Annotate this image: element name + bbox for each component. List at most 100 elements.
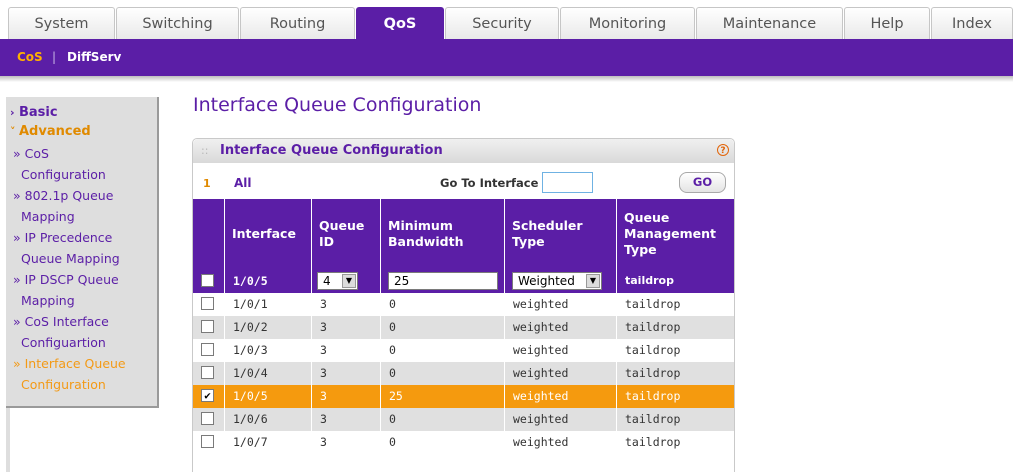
- header-min-bandwidth: Minimum Bandwidth: [380, 199, 504, 269]
- sidebar-item-8021p-mapping-cont[interactable]: Mapping: [21, 206, 165, 227]
- cell-interface: 1/0/2: [224, 316, 311, 339]
- header-scheduler-type: Scheduler Type: [504, 199, 616, 269]
- cell-scheduler: weighted: [504, 362, 616, 385]
- sidebar-tail: [6, 408, 10, 472]
- sidebar-item-cos-config-cont[interactable]: Configuration: [21, 164, 165, 185]
- dropdown-arrow-icon: ▼: [342, 274, 356, 288]
- cell-queue-id: 3: [311, 293, 380, 316]
- sidebar-item-ip-dscp[interactable]: » IP DSCP Queue: [13, 269, 157, 290]
- chevron-down-icon: ˅: [10, 125, 16, 138]
- table-row[interactable]: 1/0/2 3 0 weighted taildrop: [193, 316, 734, 339]
- sidebar-item-cos-interface-cont[interactable]: Configuartion: [21, 332, 165, 353]
- panel-title: Interface Queue Configuration: [220, 143, 443, 158]
- tab-maintenance[interactable]: Maintenance: [696, 7, 843, 39]
- cell-scheduler: weighted: [504, 293, 616, 316]
- scheduler-value: Weighted: [518, 274, 575, 288]
- table-row[interactable]: 1/0/1 3 0 weighted taildrop: [193, 293, 734, 316]
- goto-interface-input[interactable]: [542, 172, 593, 193]
- scheduler-select[interactable]: Weighted ▼: [512, 272, 602, 290]
- left-sidebar: › Basic ˅ Advanced » CoS Configuration » 8…: [6, 97, 159, 408]
- subnav-diffserv[interactable]: DiffServ: [67, 50, 121, 64]
- row-checkbox[interactable]: [201, 297, 214, 310]
- unit-index[interactable]: 1: [203, 177, 211, 190]
- cell-mgmt: taildrop: [616, 293, 734, 316]
- cell-interface: 1/0/4: [224, 362, 311, 385]
- tab-index[interactable]: Index: [931, 7, 1013, 39]
- tab-help[interactable]: Help: [844, 7, 930, 39]
- dropdown-arrow-icon: ▼: [586, 274, 600, 288]
- header-interface: Interface: [224, 199, 311, 269]
- cell-scheduler: weighted: [504, 316, 616, 339]
- help-icon[interactable]: ?: [717, 144, 729, 156]
- tab-routing[interactable]: Routing: [240, 7, 355, 39]
- cell-min-bandwidth: 0: [380, 362, 504, 385]
- row-checkbox[interactable]: [201, 366, 214, 379]
- edit-queue-id-cell: 4 ▼: [311, 269, 380, 293]
- cell-scheduler: weighted: [504, 385, 616, 408]
- cell-mgmt: taildrop: [616, 339, 734, 362]
- sidebar-item-ip-dscp-cont[interactable]: Mapping: [21, 290, 165, 311]
- row-checkbox[interactable]: [201, 343, 214, 356]
- cell-min-bandwidth: 25: [380, 385, 504, 408]
- cell-interface: 1/0/5: [224, 385, 311, 408]
- table-row[interactable]: 1/0/3 3 0 weighted taildrop: [193, 339, 734, 362]
- cell-interface: 1/0/7: [224, 431, 311, 454]
- row-checkbox[interactable]: [201, 435, 214, 448]
- row-checkbox[interactable]: [201, 320, 214, 333]
- cell-interface: 1/0/3: [224, 339, 311, 362]
- cell-mgmt: taildrop: [616, 385, 734, 408]
- go-button[interactable]: GO: [679, 172, 726, 193]
- table-row[interactable]: 1/0/7 3 0 weighted taildrop: [193, 431, 734, 454]
- main-tab-bar: System Switching Routing QoS Security Mo…: [0, 0, 1013, 39]
- row-checkbox[interactable]: [201, 412, 214, 425]
- sidebar-advanced[interactable]: ˅ Advanced: [10, 124, 91, 139]
- sidebar-item-ip-precedence[interactable]: » IP Precedence: [13, 227, 157, 248]
- sub-navigation: CoS | DiffServ: [0, 39, 1013, 76]
- edit-row: 1/0/5 4 ▼ 25 Weighted ▼ taildrop: [193, 269, 734, 293]
- tab-system[interactable]: System: [8, 7, 115, 39]
- sidebar-advanced-label: Advanced: [19, 124, 91, 139]
- cell-min-bandwidth: 0: [380, 339, 504, 362]
- sidebar-item-cos-config[interactable]: » CoS: [13, 143, 157, 164]
- cell-min-bandwidth: 0: [380, 431, 504, 454]
- chevron-right-icon: ›: [10, 106, 15, 119]
- cell-scheduler: weighted: [504, 431, 616, 454]
- cell-interface: 1/0/6: [224, 408, 311, 431]
- goto-interface-label: Go To Interface: [440, 176, 539, 190]
- row-checkbox-checked[interactable]: ✔: [201, 389, 214, 402]
- sidebar-basic-label: Basic: [19, 105, 58, 120]
- queue-id-value: 4: [323, 274, 331, 288]
- edit-mgmt-type: taildrop: [616, 269, 734, 293]
- sidebar-item-interface-queue[interactable]: » Interface Queue: [13, 353, 157, 374]
- subnav-shadow: [0, 76, 1013, 82]
- header-queue-mgmt-type: Queue Management Type: [616, 199, 734, 269]
- min-bandwidth-input[interactable]: 25: [388, 272, 498, 290]
- table-row[interactable]: 1/0/4 3 0 weighted taildrop: [193, 362, 734, 385]
- subnav-cos[interactable]: CoS: [17, 50, 43, 64]
- cell-mgmt: taildrop: [616, 362, 734, 385]
- sidebar-item-8021p-mapping[interactable]: » 802.1p Queue: [13, 185, 157, 206]
- tab-switching[interactable]: Switching: [116, 7, 239, 39]
- sidebar-item-cos-interface[interactable]: » CoS Interface: [13, 311, 157, 332]
- all-link[interactable]: All: [234, 176, 252, 190]
- cell-scheduler: weighted: [504, 408, 616, 431]
- edit-row-checkbox[interactable]: [201, 274, 214, 287]
- table-row[interactable]: 1/0/6 3 0 weighted taildrop: [193, 408, 734, 431]
- sidebar-basic[interactable]: › Basic: [10, 105, 58, 120]
- cell-min-bandwidth: 0: [380, 408, 504, 431]
- queue-id-select[interactable]: 4 ▼: [317, 272, 358, 290]
- table-header: Interface Queue ID Minimum Bandwidth Sch…: [193, 199, 734, 269]
- cell-min-bandwidth: 0: [380, 316, 504, 339]
- cell-queue-id: 3: [311, 316, 380, 339]
- subnav-separator: |: [52, 50, 57, 64]
- cell-queue-id: 3: [311, 362, 380, 385]
- sidebar-item-ip-precedence-cont[interactable]: Queue Mapping: [21, 248, 165, 269]
- cell-interface: 1/0/1: [224, 293, 311, 316]
- sidebar-item-interface-queue-cont[interactable]: Configuration: [21, 374, 165, 395]
- tab-security[interactable]: Security: [445, 7, 559, 39]
- tab-monitoring[interactable]: Monitoring: [560, 7, 695, 39]
- edit-bandwidth-cell: 25: [380, 269, 504, 293]
- table-row-selected[interactable]: ✔ 1/0/5 3 25 weighted taildrop: [193, 385, 734, 408]
- cell-queue-id: 3: [311, 385, 380, 408]
- tab-qos[interactable]: QoS: [356, 7, 444, 39]
